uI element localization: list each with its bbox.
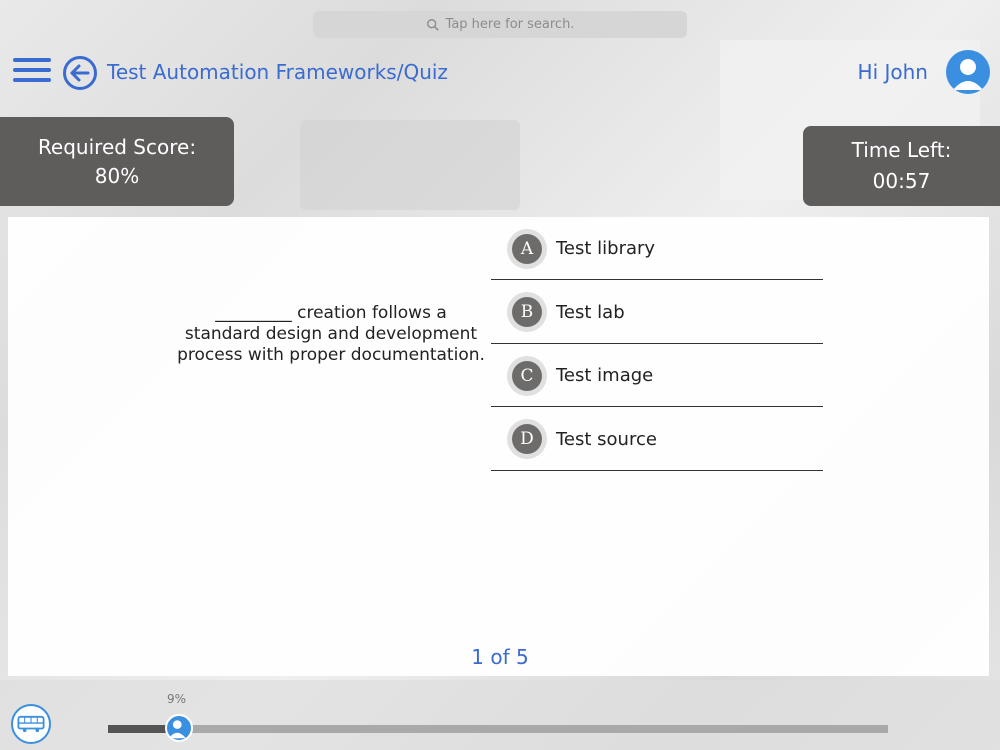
option-label: Test lab — [556, 301, 625, 323]
answer-option-c[interactable]: C Test image — [491, 345, 823, 407]
question-pager: 1 of 5 — [471, 645, 529, 669]
background-shape — [300, 120, 520, 210]
back-arrow-icon[interactable] — [62, 55, 98, 91]
user-greeting: Hi John — [857, 60, 928, 84]
option-letter-badge: D — [507, 419, 547, 459]
bus-icon[interactable] — [11, 704, 51, 744]
option-letter-badge: C — [507, 355, 547, 396]
progress-knob-avatar-icon[interactable] — [165, 714, 193, 742]
progress-track[interactable] — [108, 725, 888, 733]
required-score-box: Required Score: 80% — [0, 117, 234, 206]
time-left-label: Time Left: — [851, 138, 952, 162]
option-label: Test image — [556, 365, 654, 386]
search-icon — [426, 18, 439, 31]
progress-percent: 9% — [167, 692, 187, 706]
required-score-label: Required Score: — [37, 135, 197, 159]
option-letter-badge: B — [507, 292, 547, 332]
option-label: Test library — [556, 238, 656, 259]
user-avatar-icon[interactable] — [946, 50, 990, 94]
search-placeholder: Tap here for search. — [445, 17, 575, 32]
search-bar[interactable]: Tap here for search. — [313, 11, 687, 38]
time-left-value: 00:57 — [872, 169, 931, 193]
background-shape — [0, 680, 1000, 750]
option-letter-badge: A — [507, 228, 547, 269]
answer-options: A Test library B Test lab C Test image D… — [491, 218, 823, 472]
hamburger-menu-icon[interactable] — [13, 58, 51, 84]
required-score-value: 80% — [94, 164, 140, 188]
answer-option-b[interactable]: B Test lab — [491, 282, 823, 344]
answer-option-d[interactable]: D Test source — [491, 409, 823, 471]
option-label: Test source — [556, 428, 657, 450]
question-text: _________ creation follows a standard de… — [177, 303, 485, 365]
answer-option-a[interactable]: A Test library — [491, 218, 823, 280]
time-left-box: Time Left: 00:57 — [803, 126, 1000, 206]
breadcrumb-title: Test Automation Frameworks/Quiz — [107, 60, 448, 84]
